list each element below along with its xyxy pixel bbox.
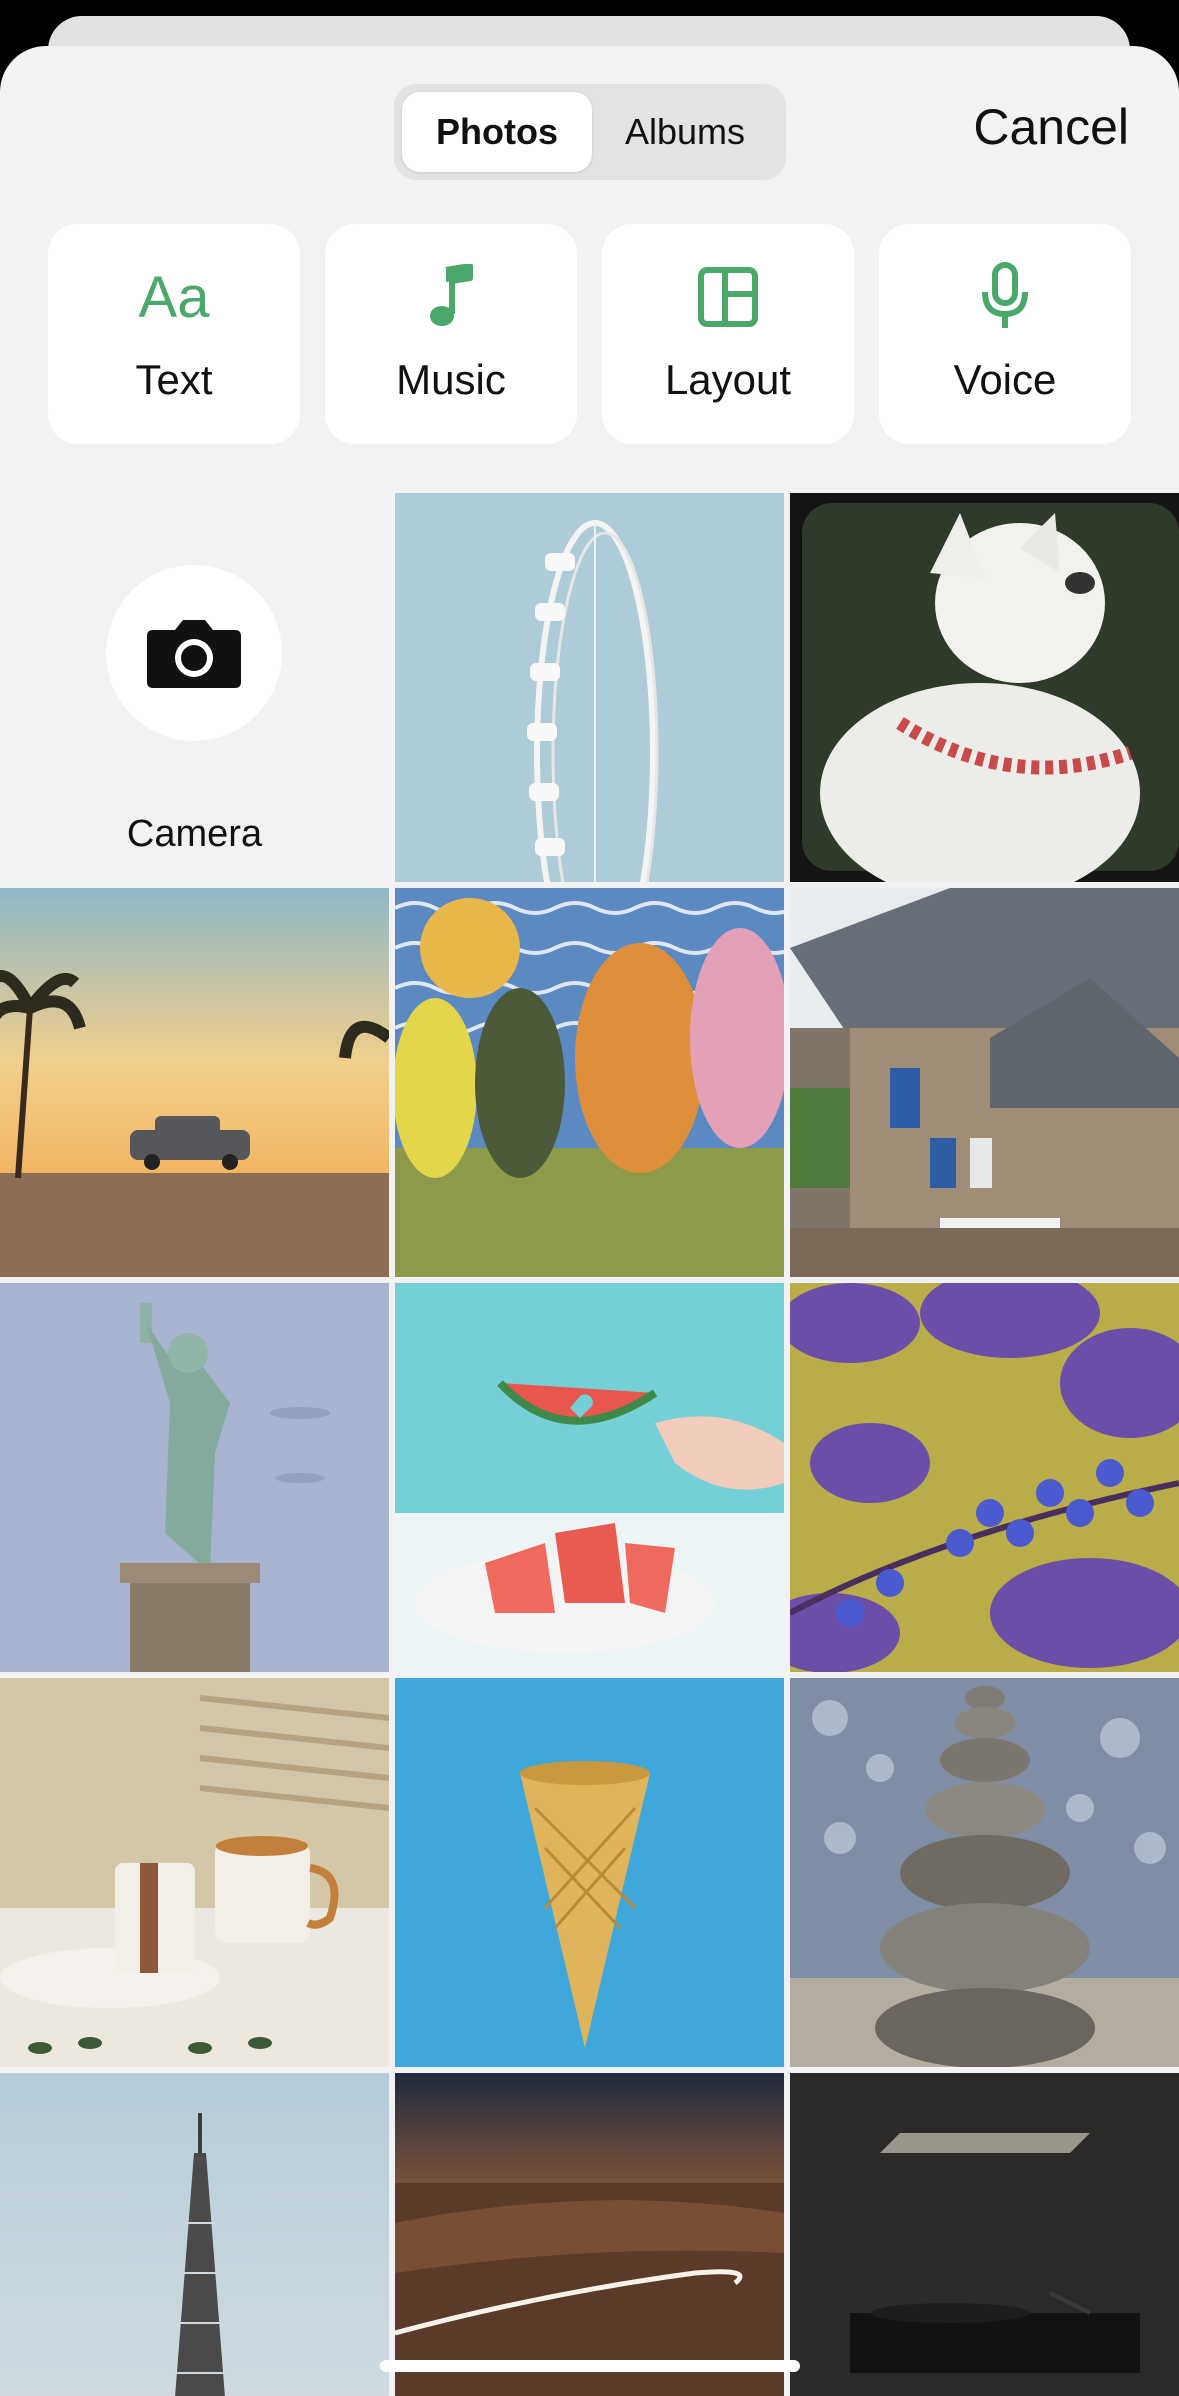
camera-icon [147, 620, 241, 688]
tool-label-voice: Voice [953, 356, 1057, 403]
camera-icon-circle [106, 565, 282, 741]
camera-label: Camera [126, 813, 263, 855]
text-aa-glyph: Aa [138, 264, 210, 330]
tool-label-text: Text [135, 356, 213, 403]
layout-grid-icon [602, 262, 854, 332]
photo-stacked-stones[interactable] [790, 1678, 1179, 2067]
tool-label-layout: Layout [664, 356, 792, 403]
photo-dark-turntable[interactable] [790, 2073, 1179, 2396]
photo-coffee-cups-table[interactable] [0, 1678, 389, 2067]
music-tool-button[interactable]: Music [325, 224, 577, 444]
cancel-button[interactable]: Cancel [973, 98, 1129, 156]
photo-illustrated-trees[interactable] [395, 888, 784, 1277]
music-note-icon [325, 262, 577, 332]
photo-canyon-light-trail[interactable] [395, 2073, 784, 2396]
photo-ferris-wheel[interactable] [395, 493, 784, 882]
photo-purple-leaves-berries[interactable] [790, 1283, 1179, 1672]
photo-stone-cottage[interactable] [790, 888, 1179, 1277]
photo-watermelon-pool[interactable] [395, 1283, 784, 1672]
photo-statue-of-liberty[interactable] [0, 1283, 389, 1672]
home-indicator [380, 2360, 800, 2372]
tab-albums[interactable]: Albums [592, 92, 778, 172]
photo-ice-cream-cone[interactable] [395, 1678, 784, 2067]
microphone-icon [879, 262, 1131, 332]
layout-tool-button[interactable]: Layout [602, 224, 854, 444]
photo-vintage-car-palms-sunset[interactable] [0, 888, 389, 1277]
tool-label-music: Music [396, 356, 506, 403]
camera-button[interactable]: Camera [0, 493, 389, 882]
photos-albums-segmented-control: Photos Albums [394, 84, 786, 180]
photo-white-dog-in-car[interactable] [790, 493, 1179, 882]
tab-photos[interactable]: Photos [402, 92, 592, 172]
text-tool-button[interactable]: Aa Text [48, 224, 300, 444]
voice-tool-button[interactable]: Voice [879, 224, 1131, 444]
photo-picker-sheet: Photos Albums Cancel Aa Text Music Layou… [0, 46, 1179, 2396]
photo-eiffel-tower[interactable] [0, 2073, 389, 2396]
text-aa-icon: Aa [48, 262, 300, 332]
